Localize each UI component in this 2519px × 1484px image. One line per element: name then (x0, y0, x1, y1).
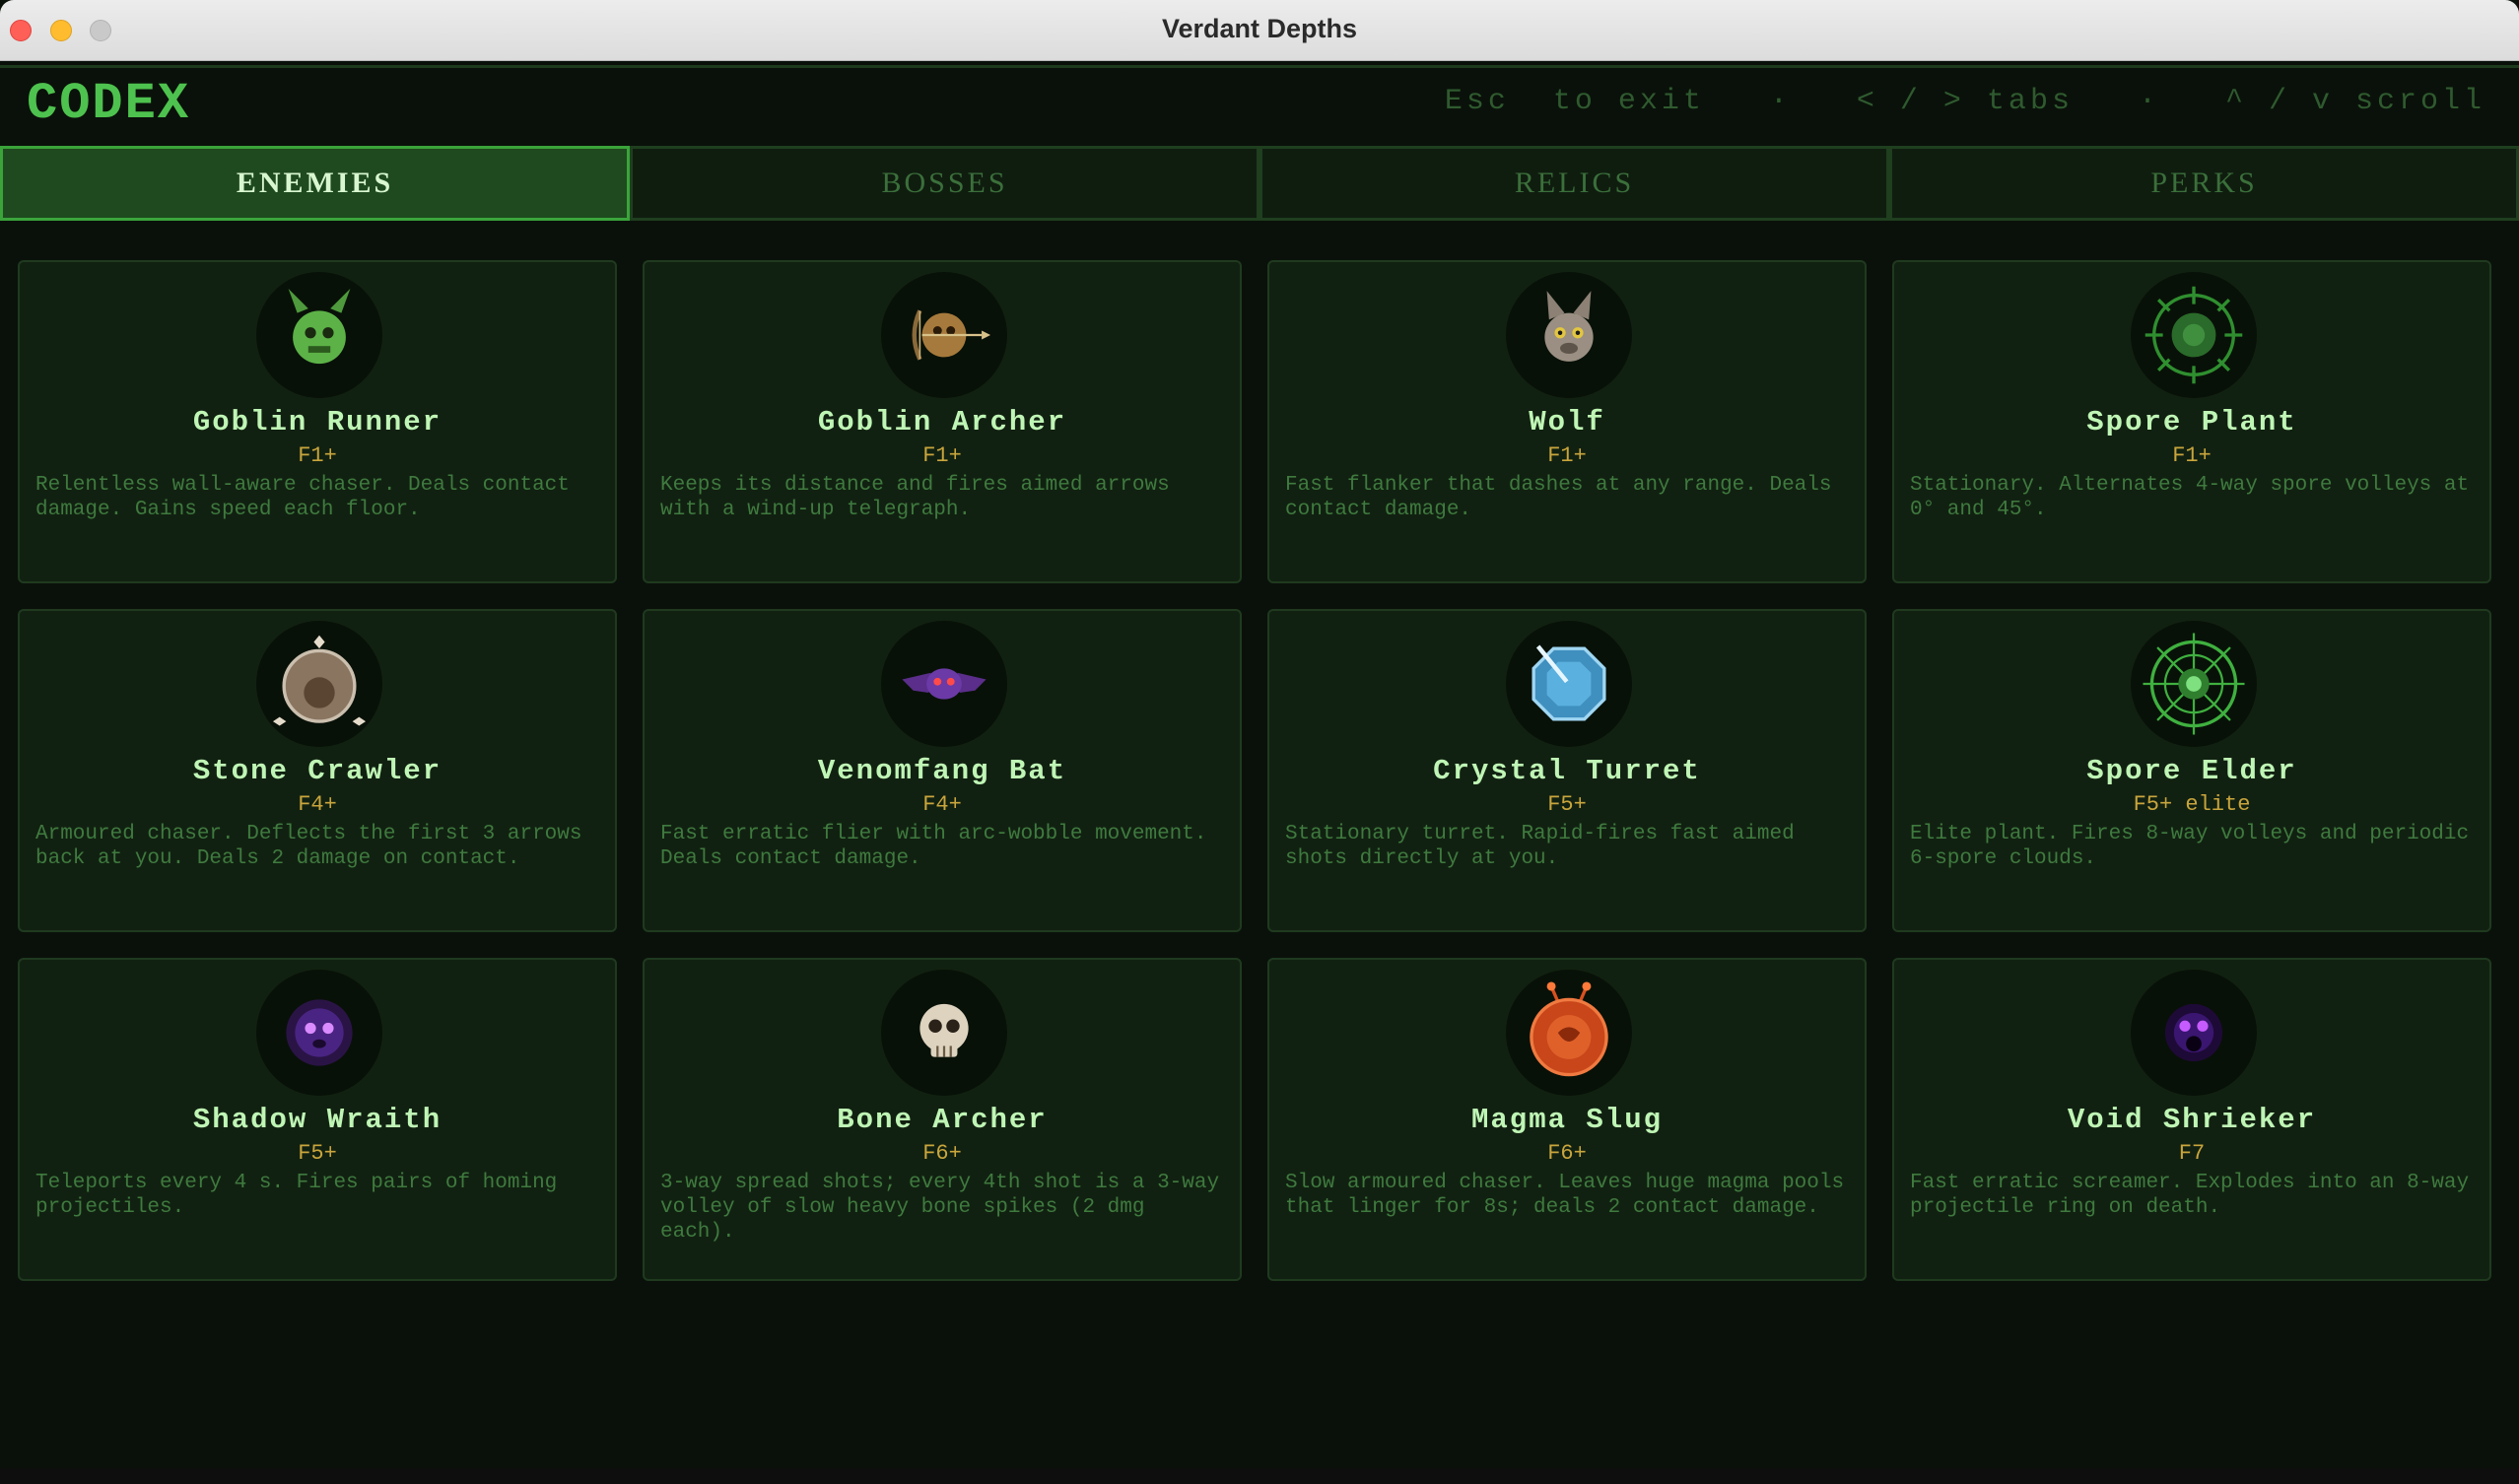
enemy-name: Bone Archer (837, 1104, 1048, 1136)
enemy-description: Keeps its distance and fires aimed arrow… (660, 474, 1170, 521)
title-bar: Verdant Depths (0, 0, 2519, 61)
enemy-name: Void Shrieker (2067, 1104, 2317, 1136)
enemy-card-spore-plant[interactable]: Spore Plant F1+ Stationary. Alternates 4… (1892, 260, 2491, 583)
stone-crawler-icon (256, 621, 382, 747)
enemy-card-wolf[interactable]: Wolf F1+ Fast flanker that dashes at any… (1267, 260, 1867, 583)
enemy-floor: F1+ (1547, 443, 1587, 468)
enemy-card-spore-elder[interactable]: Spore Elder F5+ elite Elite plant. Fires… (1892, 609, 2491, 932)
enemy-floor: F5+ (1547, 792, 1587, 817)
enemy-floor: F5+ (298, 1141, 337, 1166)
enemy-card-bone-archer[interactable]: Bone Archer F6+ 3-way spread shots; ever… (643, 958, 1242, 1281)
enemy-card-venomfang-bat[interactable]: Venomfang Bat F4+ Fast erratic flier wit… (643, 609, 1242, 932)
header-divider (0, 65, 2519, 68)
enemy-description: Relentless wall-aware chaser. Deals cont… (35, 474, 570, 521)
codex-screen: CODEX Esc to exit · < / > tabs · ^ / v s… (0, 61, 2519, 1468)
spore-plant-icon (2131, 272, 2257, 398)
enemy-name: Spore Elder (2086, 755, 2297, 787)
enemy-card-goblin-archer[interactable]: Goblin Archer F1+ Keeps its distance and… (643, 260, 1242, 583)
page-title: CODEX (27, 75, 191, 133)
enemy-card-crystal-turret[interactable]: Crystal Turret F5+ Stationary turret. Ra… (1267, 609, 1867, 932)
enemy-description: Elite plant. Fires 8-way volleys and per… (1910, 823, 2470, 870)
controls-hint: Esc to exit · < / > tabs · ^ / v scroll (1444, 85, 2485, 118)
tab-relics[interactable]: RELICS (1260, 146, 1889, 221)
enemy-name: Crystal Turret (1433, 755, 1701, 787)
enemy-name: Shadow Wraith (192, 1104, 443, 1136)
enemy-name: Stone Crawler (192, 755, 443, 787)
enemy-floor: F1+ (922, 443, 962, 468)
bottom-edge (0, 1468, 2519, 1484)
tab-bosses[interactable]: BOSSES (630, 146, 1260, 221)
enemy-grid: Goblin Runner F1+ Relentless wall-aware … (18, 260, 2501, 1281)
enemy-floor: F1+ (298, 443, 337, 468)
enemy-card-stone-crawler[interactable]: Stone Crawler F4+ Armoured chaser. Defle… (18, 609, 617, 932)
enemy-floor: F4+ (298, 792, 337, 817)
enemy-description: Slow armoured chaser. Leaves huge magma … (1285, 1172, 1845, 1219)
magma-slug-icon (1506, 970, 1632, 1096)
tab-perks[interactable]: PERKS (1889, 146, 2519, 221)
enemy-floor: F6+ (1547, 1141, 1587, 1166)
enemy-floor: F4+ (922, 792, 962, 817)
enemy-card-void-shrieker[interactable]: Void Shrieker F7 Fast erratic screamer. … (1892, 958, 2491, 1281)
enemy-description: Fast erratic flier with arc-wobble movem… (660, 823, 1207, 870)
enemy-name: Goblin Runner (192, 406, 443, 438)
enemy-description: Armoured chaser. Deflects the first 3 ar… (35, 823, 582, 870)
enemy-card-shadow-wraith[interactable]: Shadow Wraith F5+ Teleports every 4 s. F… (18, 958, 617, 1281)
enemy-floor: F5+ elite (2133, 792, 2251, 817)
enemy-floor: F6+ (922, 1141, 962, 1166)
codex-tabs: ENEMIES BOSSES RELICS PERKS (0, 146, 2519, 221)
window-title: Verdant Depths (1161, 14, 1358, 43)
enemy-description: Stationary. Alternates 4-way spore volle… (1910, 474, 2470, 521)
enemy-description: 3-way spread shots; every 4th shot is a … (660, 1172, 1220, 1244)
enemy-description: Fast flanker that dashes at any range. D… (1285, 474, 1832, 521)
enemy-card-magma-slug[interactable]: Magma Slug F6+ Slow armoured chaser. Lea… (1267, 958, 1867, 1281)
void-shrieker-icon (2131, 970, 2257, 1096)
spore-elder-icon (2131, 621, 2257, 747)
bat-icon (881, 621, 1007, 747)
skull-icon (881, 970, 1007, 1096)
enemy-floor: F7 (2178, 1141, 2206, 1166)
enemy-name: Goblin Archer (817, 406, 1067, 438)
wraith-icon (256, 970, 382, 1096)
enemy-description: Stationary turret. Rapid-fires fast aime… (1285, 823, 1795, 870)
enemy-description: Teleports every 4 s. Fires pairs of homi… (35, 1172, 558, 1219)
wolf-icon (1506, 272, 1632, 398)
tab-enemies[interactable]: ENEMIES (0, 146, 630, 221)
enemy-name: Magma Slug (1470, 1104, 1664, 1136)
goblin-icon (256, 272, 382, 398)
enemy-name: Spore Plant (2086, 406, 2297, 438)
goblin-archer-icon (881, 272, 1007, 398)
enemy-card-goblin-runner[interactable]: Goblin Runner F1+ Relentless wall-aware … (18, 260, 617, 583)
app-window: Verdant Depths CODEX Esc to exit · < / >… (0, 0, 2519, 1484)
enemy-description: Fast erratic screamer. Explodes into an … (1910, 1172, 2470, 1219)
crystal-turret-icon (1506, 621, 1632, 747)
enemy-name: Venomfang Bat (817, 755, 1067, 787)
enemy-name: Wolf (1529, 406, 1605, 438)
enemy-floor: F1+ (2172, 443, 2212, 468)
